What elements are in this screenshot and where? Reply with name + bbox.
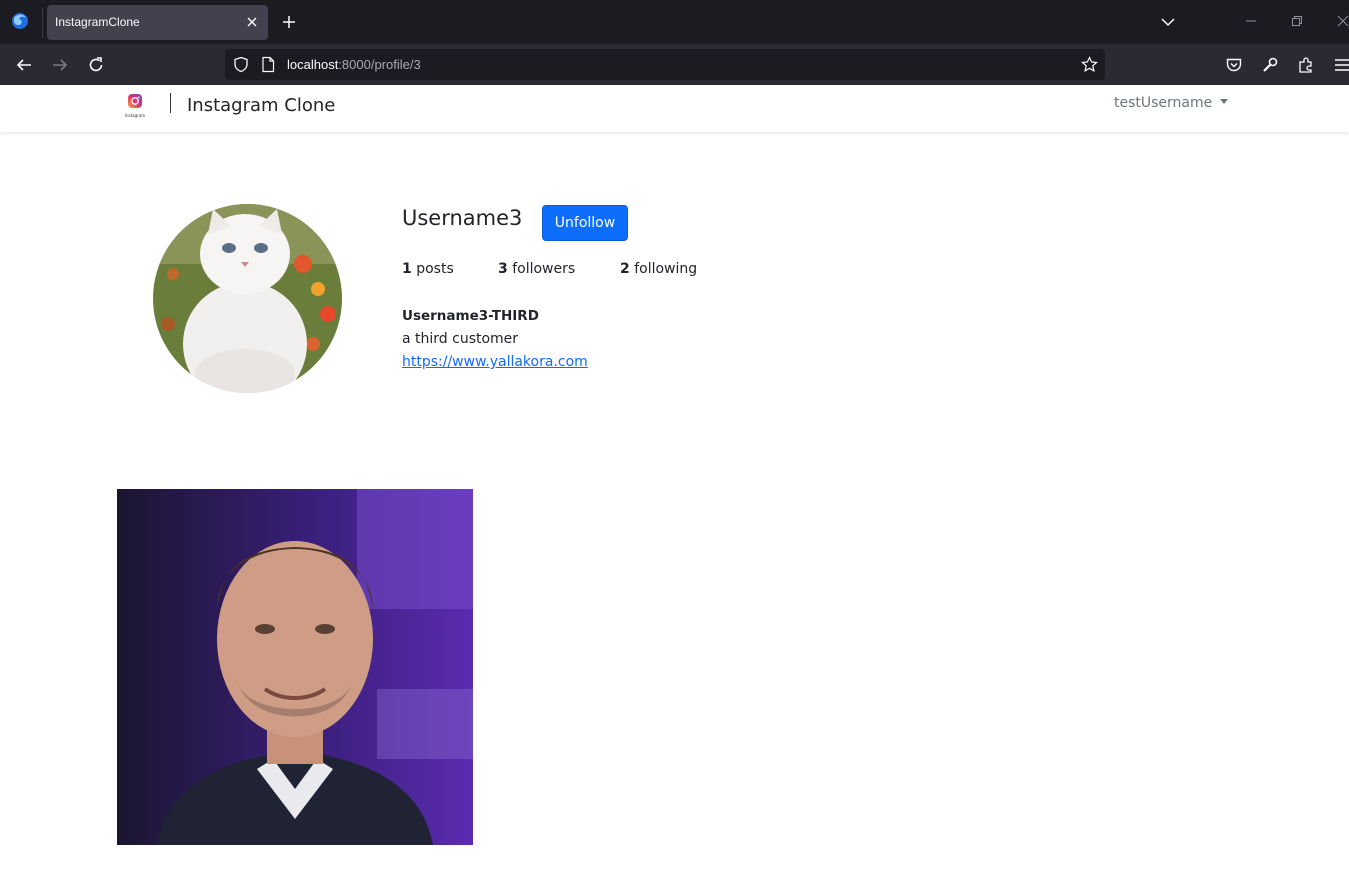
post-thumbnail[interactable] [117, 489, 473, 845]
user-dropdown[interactable]: testUsername [1114, 95, 1229, 111]
shield-icon[interactable] [233, 56, 249, 73]
caret-down-icon [1220, 98, 1229, 104]
forward-arrow-icon[interactable] [51, 56, 69, 74]
close-tab-icon[interactable] [244, 14, 260, 30]
posts-stat: 1 posts [402, 261, 454, 277]
firefox-logo-icon [12, 13, 28, 29]
following-stat[interactable]: 2 following [620, 261, 697, 277]
menu-icon[interactable] [1333, 56, 1349, 74]
tab-separator [42, 8, 43, 38]
profile-avatar [153, 204, 342, 393]
url-path: :8000/profile/3 [338, 57, 421, 72]
logo-caption: Instagram [124, 113, 146, 118]
minimize-window-icon[interactable] [1244, 14, 1258, 28]
pocket-icon[interactable] [1225, 56, 1243, 74]
profile-bio: a third customer [402, 331, 519, 347]
profile-full-name: Username3-THIRD [402, 308, 539, 324]
followers-count: 3 [498, 261, 508, 277]
bookmark-star-icon[interactable] [1081, 56, 1098, 73]
url-text[interactable]: localhost:8000/profile/3 [287, 57, 421, 72]
unfollow-button[interactable]: Unfollow [542, 205, 628, 241]
back-arrow-icon[interactable] [15, 56, 33, 74]
url-host: localhost [287, 57, 339, 72]
tab-title: InstagramClone [55, 15, 140, 29]
app-navbar: Instagram Instagram Clone testUsername [0, 85, 1349, 132]
page-info-icon[interactable] [261, 56, 275, 73]
followers-stat[interactable]: 3 followers [498, 261, 575, 277]
brand-divider [170, 93, 171, 113]
following-label: following [634, 261, 698, 277]
restore-window-icon[interactable] [1290, 14, 1304, 28]
reload-icon[interactable] [87, 56, 105, 74]
chevron-down-icon[interactable] [1160, 15, 1176, 29]
profile-website-link[interactable]: https://www.yallakora.com [402, 354, 588, 370]
post-photo [117, 489, 473, 845]
new-tab-icon[interactable] [281, 14, 297, 30]
close-window-icon[interactable] [1336, 14, 1349, 28]
browser-toolbar: localhost:8000/profile/3 [0, 44, 1349, 85]
posts-label: posts [416, 261, 454, 277]
wrench-icon[interactable] [1261, 56, 1279, 74]
profile-username: Username3 [402, 206, 523, 230]
followers-label: followers [512, 261, 576, 277]
browser-tab-bar: InstagramClone [0, 0, 1349, 44]
extensions-icon[interactable] [1297, 56, 1315, 74]
brand-title[interactable]: Instagram Clone [187, 95, 335, 116]
following-count: 2 [620, 261, 630, 277]
posts-count: 1 [402, 261, 412, 277]
user-dropdown-label: testUsername [1114, 95, 1213, 111]
browser-tab[interactable]: InstagramClone [47, 5, 268, 40]
url-bar[interactable]: localhost:8000/profile/3 [225, 49, 1105, 80]
instagram-logo-icon[interactable] [124, 92, 146, 114]
cat-photo [153, 204, 342, 393]
